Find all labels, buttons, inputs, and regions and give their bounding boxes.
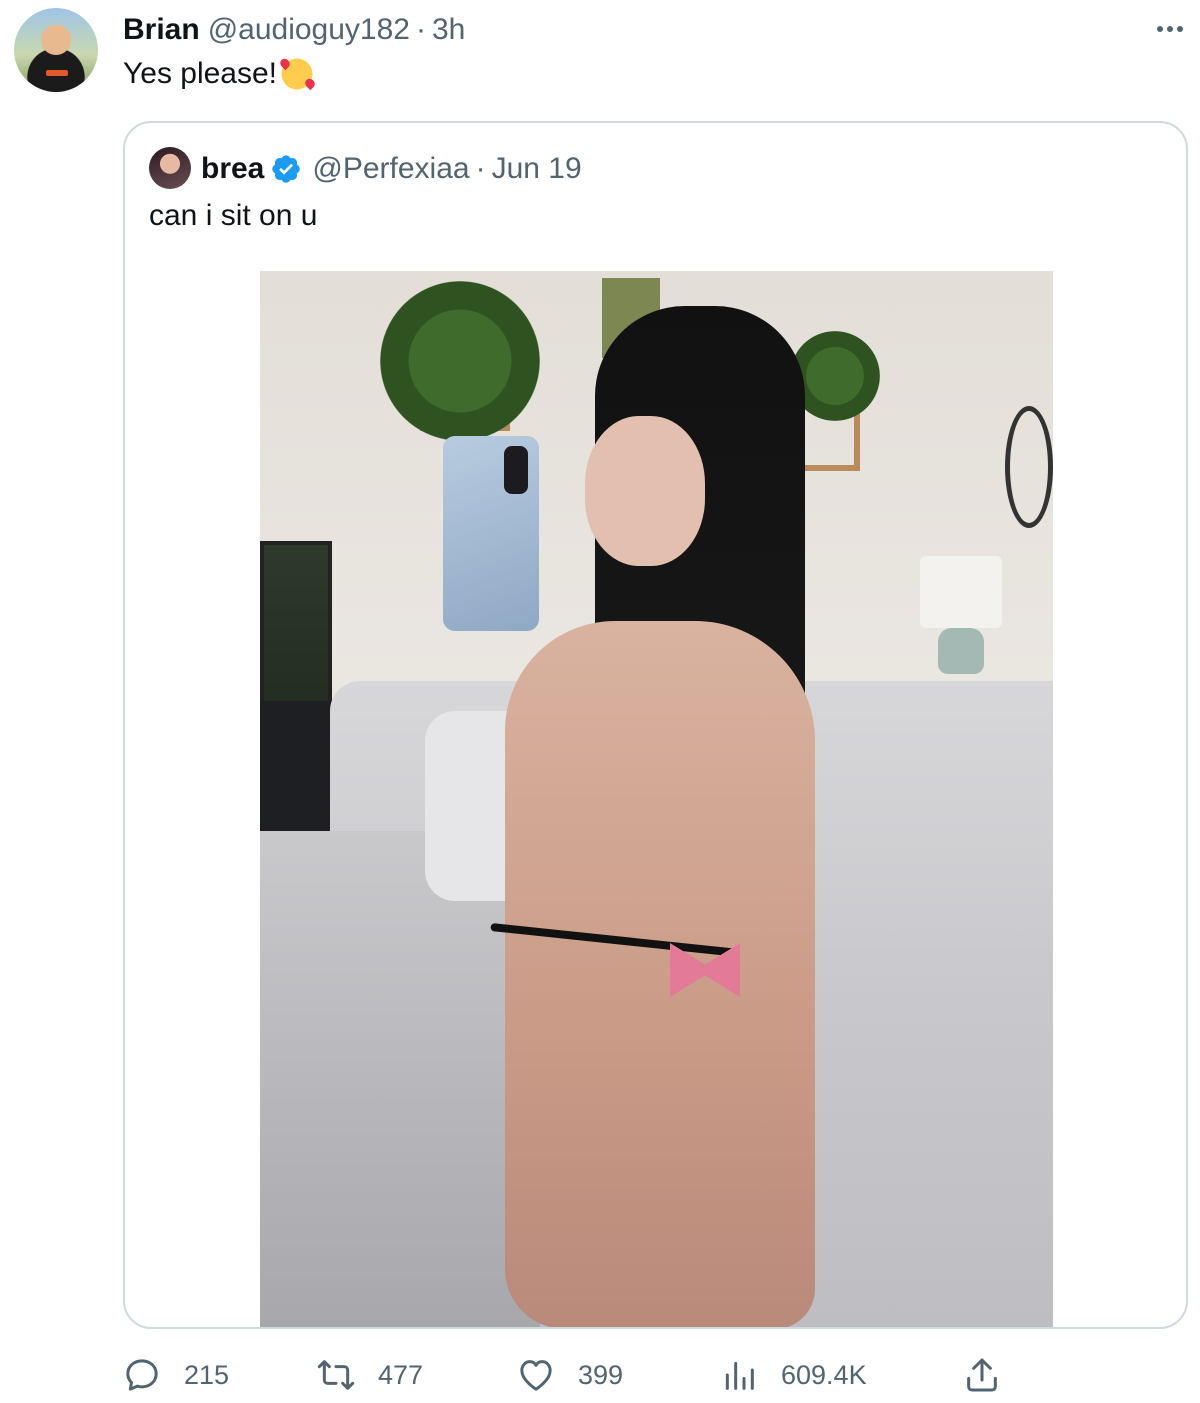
quoted-date[interactable]: Jun 19 xyxy=(492,152,582,186)
more-dot-icon xyxy=(1177,26,1183,32)
like-button[interactable]: 399 xyxy=(516,1352,623,1398)
photo-lamp-shade xyxy=(920,556,1002,628)
verified-badge-icon xyxy=(272,155,301,183)
heart-icon xyxy=(520,1360,552,1391)
photo-blanket xyxy=(260,831,540,1327)
tweet-text: Yes please! xyxy=(123,56,316,92)
reply-button[interactable]: 215 xyxy=(122,1352,229,1398)
retweet-button[interactable]: 477 xyxy=(316,1352,423,1398)
share-button[interactable] xyxy=(962,1352,1002,1398)
tweet-text-content: Yes please! xyxy=(123,57,278,90)
separator: · xyxy=(415,13,426,46)
photo-person-face xyxy=(585,416,705,566)
quoted-separator: · xyxy=(475,152,486,185)
photo-mirror xyxy=(1005,406,1053,528)
more-dot-icon xyxy=(1167,26,1173,32)
more-options-button[interactable] xyxy=(1150,14,1190,44)
retweet-icon xyxy=(317,1360,355,1390)
quoted-user-handle[interactable]: @Perfexiaa xyxy=(312,152,469,186)
avatar-shirt-graphic xyxy=(46,70,68,76)
like-count: 399 xyxy=(578,1359,624,1390)
quoted-tweet-header: brea @Perfexiaa · Jun 19 xyxy=(201,147,582,191)
tweet-header: Brian @audioguy182 · 3h xyxy=(123,10,465,50)
photo-plant xyxy=(380,281,540,441)
smiling-face-with-hearts-icon xyxy=(279,56,316,92)
quoted-tweet-card[interactable]: brea @Perfexiaa · Jun 19 can i sit on u xyxy=(123,121,1188,1329)
analytics-icon xyxy=(725,1361,754,1390)
share-icon xyxy=(967,1358,997,1392)
view-count: 609.4K xyxy=(781,1359,867,1390)
user-handle[interactable]: @audioguy182 xyxy=(208,13,410,47)
timestamp[interactable]: 3h xyxy=(432,13,465,47)
views-button[interactable]: 609.4K xyxy=(719,1352,867,1398)
display-name[interactable]: Brian xyxy=(123,13,200,47)
more-dot-icon xyxy=(1157,26,1163,32)
tweet-actions-bar: 215 477 399 609.4K xyxy=(122,1352,1002,1398)
quoted-user-avatar[interactable] xyxy=(149,147,191,189)
quoted-tweet-text: can i sit on u xyxy=(149,199,318,232)
user-avatar[interactable] xyxy=(14,8,98,92)
photo-person-body xyxy=(505,621,815,1327)
photo-phone-camera xyxy=(504,446,528,494)
photo-lamp-base xyxy=(938,628,984,674)
quoted-display-name[interactable]: brea xyxy=(201,152,264,186)
quoted-tweet-photo[interactable] xyxy=(260,271,1053,1327)
reply-icon xyxy=(126,1359,158,1391)
retweet-count: 477 xyxy=(378,1359,424,1390)
reply-count: 215 xyxy=(184,1359,230,1390)
